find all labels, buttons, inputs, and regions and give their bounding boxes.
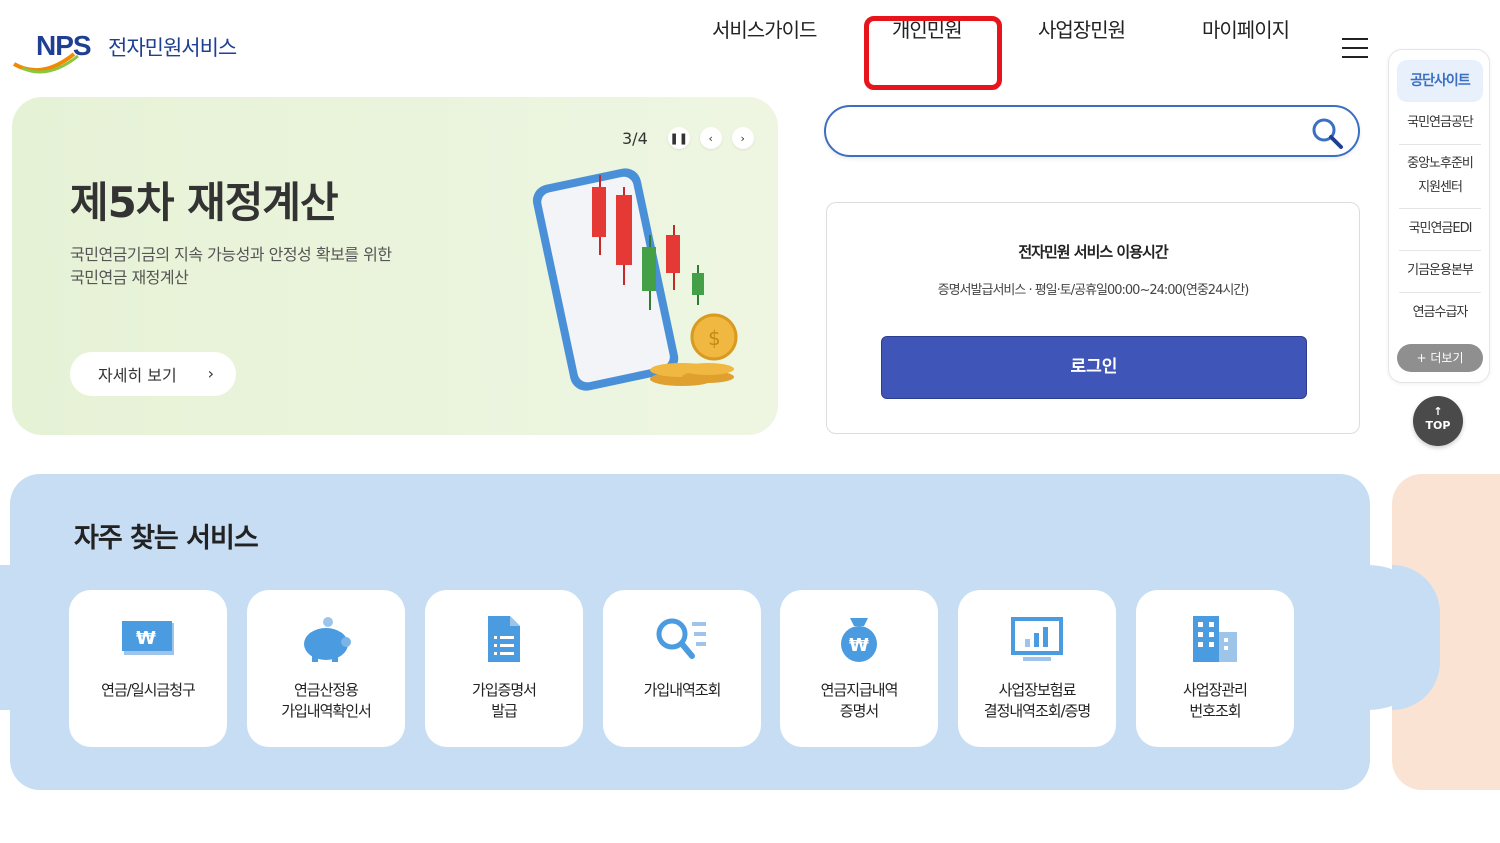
service-hours-title: 전자민원 서비스 이용시간 <box>1018 243 1168 261</box>
side-item-edi[interactable]: 국민연금EDI <box>1399 218 1481 240</box>
logo-nps: NPS <box>36 30 92 61</box>
service-card-label: 연금산정용 가입내역확인서 <box>281 681 372 720</box>
nps-logo[interactable]: NPS 전자민원서비스 <box>12 28 262 78</box>
service-card-pension-calc[interactable]: 연금산정용 가입내역확인서 <box>247 590 405 747</box>
service-card-business-premium[interactable]: 사업장보험료 결정내역조회/증명 <box>958 590 1116 747</box>
decor-shape <box>1290 565 1440 710</box>
divider <box>1399 292 1481 293</box>
scroll-top-button[interactable]: ↑ TOP <box>1413 396 1463 446</box>
service-card-label: 연금지급내역 증명서 <box>820 681 899 720</box>
divider <box>1399 208 1481 209</box>
banner-more-button[interactable]: 자세히 보기 › <box>70 352 236 396</box>
side-item-retirement-center[interactable]: 중앙노후준비 지원센터 <box>1399 152 1481 200</box>
service-card-certificate[interactable]: 가입증명서 발급 <box>425 590 583 747</box>
more-button-label: 자세히 보기 <box>98 366 177 385</box>
service-card-label: 가입내역조회 <box>643 681 722 699</box>
login-button[interactable]: 로그인 <box>881 336 1307 399</box>
banner-desc: 국민연금기금의 지속 가능성과 안정성 확보를 위한 국민연금 재정계산 <box>70 243 450 289</box>
banner-pager: 3/4 ❚❚ ‹ › <box>622 127 754 149</box>
highlight-box <box>864 16 1002 90</box>
side-item-fund-management[interactable]: 기금운용본부 <box>1399 260 1481 282</box>
search-list-icon <box>656 618 706 659</box>
main-banner: 3/4 ❚❚ ‹ › 제5차 재정계산 국민연금기금의 지속 가능성과 안정성 … <box>12 97 778 435</box>
service-card-label: 연금/일시금청구 <box>101 681 196 699</box>
service-card-payment-history[interactable]: ₩ 연금지급내역 증명서 <box>780 590 938 747</box>
piggy-bank-icon <box>304 617 351 662</box>
frequent-services-title: 자주 찾는 서비스 <box>74 523 259 554</box>
banner-desc-line2: 국민연금 재정계산 <box>70 268 189 287</box>
search-icon[interactable] <box>1310 116 1344 150</box>
arrow-up-icon: ↑ <box>1433 405 1443 418</box>
side-item-pensioner[interactable]: 연금수급자 <box>1399 302 1481 324</box>
service-card-pension-claim[interactable]: ₩ 연금/일시금청구 <box>69 590 227 747</box>
divider <box>1399 144 1481 145</box>
chevron-right-icon: › <box>207 364 214 383</box>
monitor-chart-icon <box>1011 617 1063 661</box>
side-item-nps[interactable]: 국민연금공단 <box>1399 112 1481 134</box>
phone-chart-illustration: $ <box>532 168 738 391</box>
won-card-icon: ₩ <box>122 621 174 655</box>
nav-mypage[interactable]: 마이페이지 <box>1202 12 1290 48</box>
service-card-business-number[interactable]: 사업장관리 번호조회 <box>1136 590 1294 747</box>
document-icon <box>488 616 520 662</box>
logo-text: 전자민원서비스 <box>108 36 237 60</box>
svg-text:₩: ₩ <box>136 628 156 649</box>
banner-title: 제5차 재정계산 <box>70 178 339 227</box>
nav-business[interactable]: 사업장민원 <box>1038 12 1126 48</box>
side-more-button[interactable]: + 더보기 <box>1397 344 1483 372</box>
pager-count: 3/4 <box>622 128 648 148</box>
chevron-left-icon[interactable]: ‹ <box>699 127 722 149</box>
divider <box>1399 250 1481 251</box>
service-card-label: 가입증명서 발급 <box>471 681 537 720</box>
svg-text:$: $ <box>708 326 721 350</box>
side-menu-title: 공단사이트 <box>1397 60 1483 102</box>
top-label: TOP <box>1425 419 1451 432</box>
pause-icon[interactable]: ❚❚ <box>667 127 690 149</box>
service-card-label: 사업장보험료 결정내역조회/증명 <box>983 681 1091 720</box>
search-input[interactable] <box>850 107 1320 155</box>
search-bar <box>824 105 1360 157</box>
hamburger-icon[interactable] <box>1342 38 1368 60</box>
login-box: 전자민원 서비스 이용시간 증명서발급서비스 · 평일·토/공휴일00:00~2… <box>826 202 1360 434</box>
banner-desc-line1: 국민연금기금의 지속 가능성과 안정성 확보를 위한 <box>70 245 392 264</box>
building-icon <box>1193 616 1237 662</box>
svg-text:₩: ₩ <box>849 635 869 656</box>
service-card-label: 사업장관리 번호조회 <box>1182 681 1248 720</box>
service-card-enrollment-history[interactable]: 가입내역조회 <box>603 590 761 747</box>
nav-service-guide[interactable]: 서비스가이드 <box>712 12 817 48</box>
page: NPS 전자민원서비스 서비스가이드 개인민원 사업장민원 마이페이지 3/4 … <box>0 0 1500 843</box>
money-bag-icon: ₩ <box>841 618 877 662</box>
chevron-right-icon[interactable]: › <box>731 127 754 149</box>
side-quick-menu: 공단사이트 국민연금공단 중앙노후준비 지원센터 국민연금EDI 기금운용본부 … <box>1388 49 1490 383</box>
service-hours-text: 증명서발급서비스 · 평일·토/공휴일00:00~24:00(연중24시간) <box>937 283 1250 298</box>
